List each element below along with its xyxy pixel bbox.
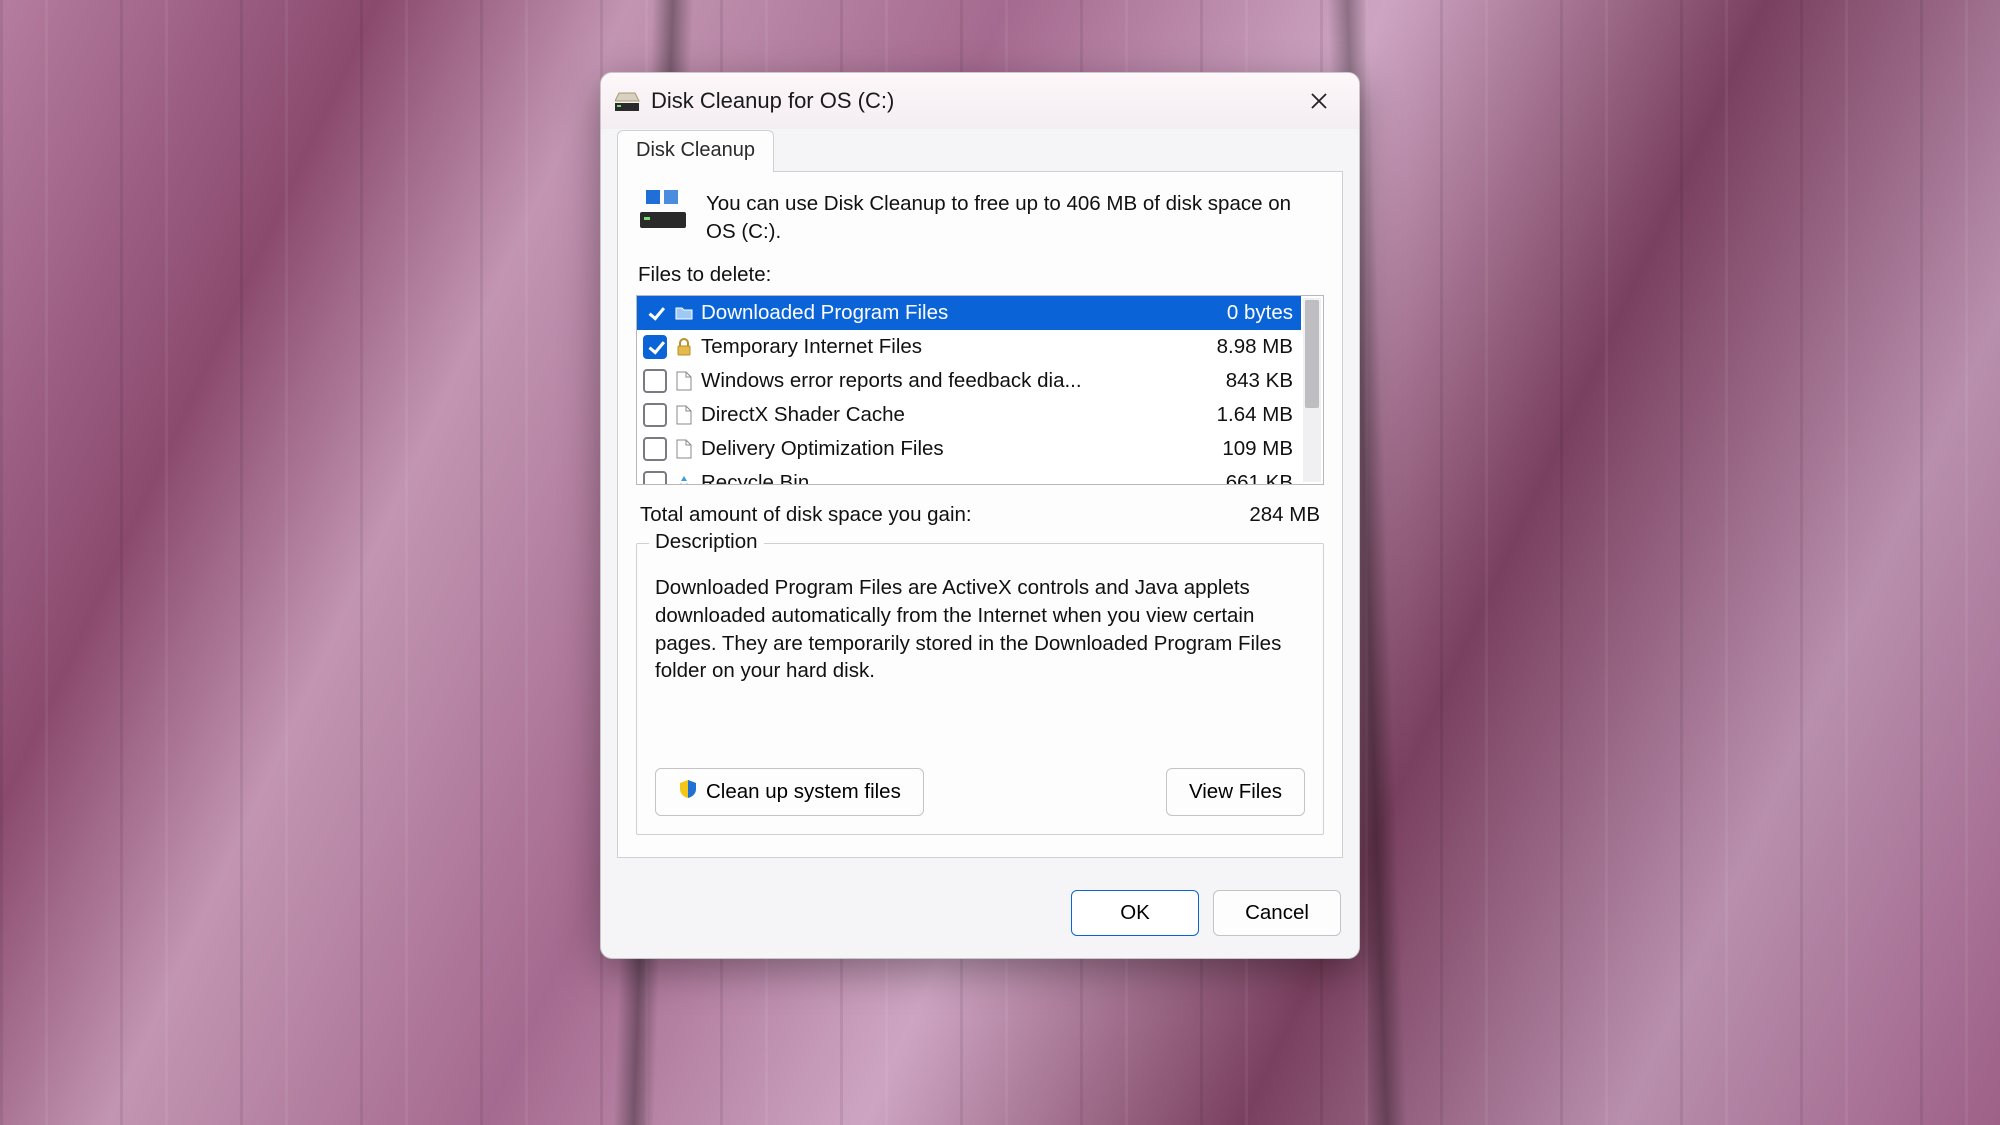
checkbox[interactable] [643, 471, 667, 485]
list-item-size: 661 KB [1226, 471, 1293, 485]
checkbox[interactable] [643, 301, 667, 325]
description-text: Downloaded Program Files are ActiveX con… [655, 574, 1305, 744]
files-to-delete-label: Files to delete: [638, 263, 1322, 287]
list-item-label: Windows error reports and feedback dia..… [701, 369, 1218, 393]
files-listbox[interactable]: Downloaded Program Files 0 bytes Temporary… [636, 295, 1324, 485]
tab-disk-cleanup[interactable]: Disk Cleanup [617, 130, 774, 172]
checkbox[interactable] [643, 437, 667, 461]
list-item-size: 1.64 MB [1217, 403, 1293, 427]
window-title: Disk Cleanup for OS (C:) [651, 88, 894, 114]
description-legend: Description [649, 530, 764, 554]
checkbox[interactable] [643, 403, 667, 427]
tab-row: Disk Cleanup [617, 129, 1343, 172]
close-button[interactable] [1295, 81, 1343, 121]
shield-icon [678, 779, 698, 805]
checkbox[interactable] [643, 335, 667, 359]
lock-icon [673, 338, 695, 356]
cleanup-system-files-button[interactable]: Clean up system files [655, 768, 924, 816]
list-item[interactable]: Delivery Optimization Files 109 MB [637, 432, 1301, 466]
drive-icon [640, 190, 688, 245]
list-item-label: Recycle Bin [701, 471, 1218, 485]
view-files-button[interactable]: View Files [1166, 768, 1305, 816]
cancel-button[interactable]: Cancel [1213, 890, 1341, 936]
total-value: 284 MB [1249, 503, 1320, 527]
titlebar: Disk Cleanup for OS (C:) [601, 73, 1359, 129]
close-icon [1310, 92, 1328, 110]
recycle-icon [673, 474, 695, 485]
ok-button[interactable]: OK [1071, 890, 1199, 936]
list-item[interactable]: Temporary Internet Files 8.98 MB [637, 330, 1301, 364]
list-item-size: 0 bytes [1227, 301, 1293, 325]
list-item-label: Temporary Internet Files [701, 335, 1209, 359]
total-label: Total amount of disk space you gain: [640, 503, 972, 527]
disk-cleanup-dialog: Disk Cleanup for OS (C:) Disk Cleanup Yo… [600, 72, 1360, 959]
list-item[interactable]: DirectX Shader Cache 1.64 MB [637, 398, 1301, 432]
page-icon [673, 371, 695, 391]
list-item-size: 843 KB [1226, 369, 1293, 393]
folder-icon [673, 304, 695, 322]
total-row: Total amount of disk space you gain: 284… [640, 503, 1320, 527]
page-icon [673, 439, 695, 459]
scrollbar-thumb[interactable] [1305, 300, 1319, 408]
list-item-size: 109 MB [1222, 437, 1293, 461]
disk-cleanup-icon [615, 91, 641, 111]
tab-panel: You can use Disk Cleanup to free up to 4… [617, 172, 1343, 858]
list-item[interactable]: Downloaded Program Files 0 bytes [637, 296, 1301, 330]
list-item[interactable]: Windows error reports and feedback dia..… [637, 364, 1301, 398]
cleanup-system-files-label: Clean up system files [706, 780, 901, 804]
dialog-footer: OK Cancel [601, 874, 1359, 958]
info-row: You can use Disk Cleanup to free up to 4… [640, 190, 1320, 245]
list-item[interactable]: Recycle Bin 661 KB [637, 466, 1301, 485]
list-item-label: Downloaded Program Files [701, 301, 1219, 325]
checkbox[interactable] [643, 369, 667, 393]
scrollbar[interactable] [1303, 298, 1321, 482]
info-text: You can use Disk Cleanup to free up to 4… [706, 190, 1320, 245]
list-item-size: 8.98 MB [1217, 335, 1293, 359]
page-icon [673, 405, 695, 425]
description-box: Description Downloaded Program Files are… [636, 543, 1324, 835]
list-item-label: Delivery Optimization Files [701, 437, 1214, 461]
list-item-label: DirectX Shader Cache [701, 403, 1209, 427]
